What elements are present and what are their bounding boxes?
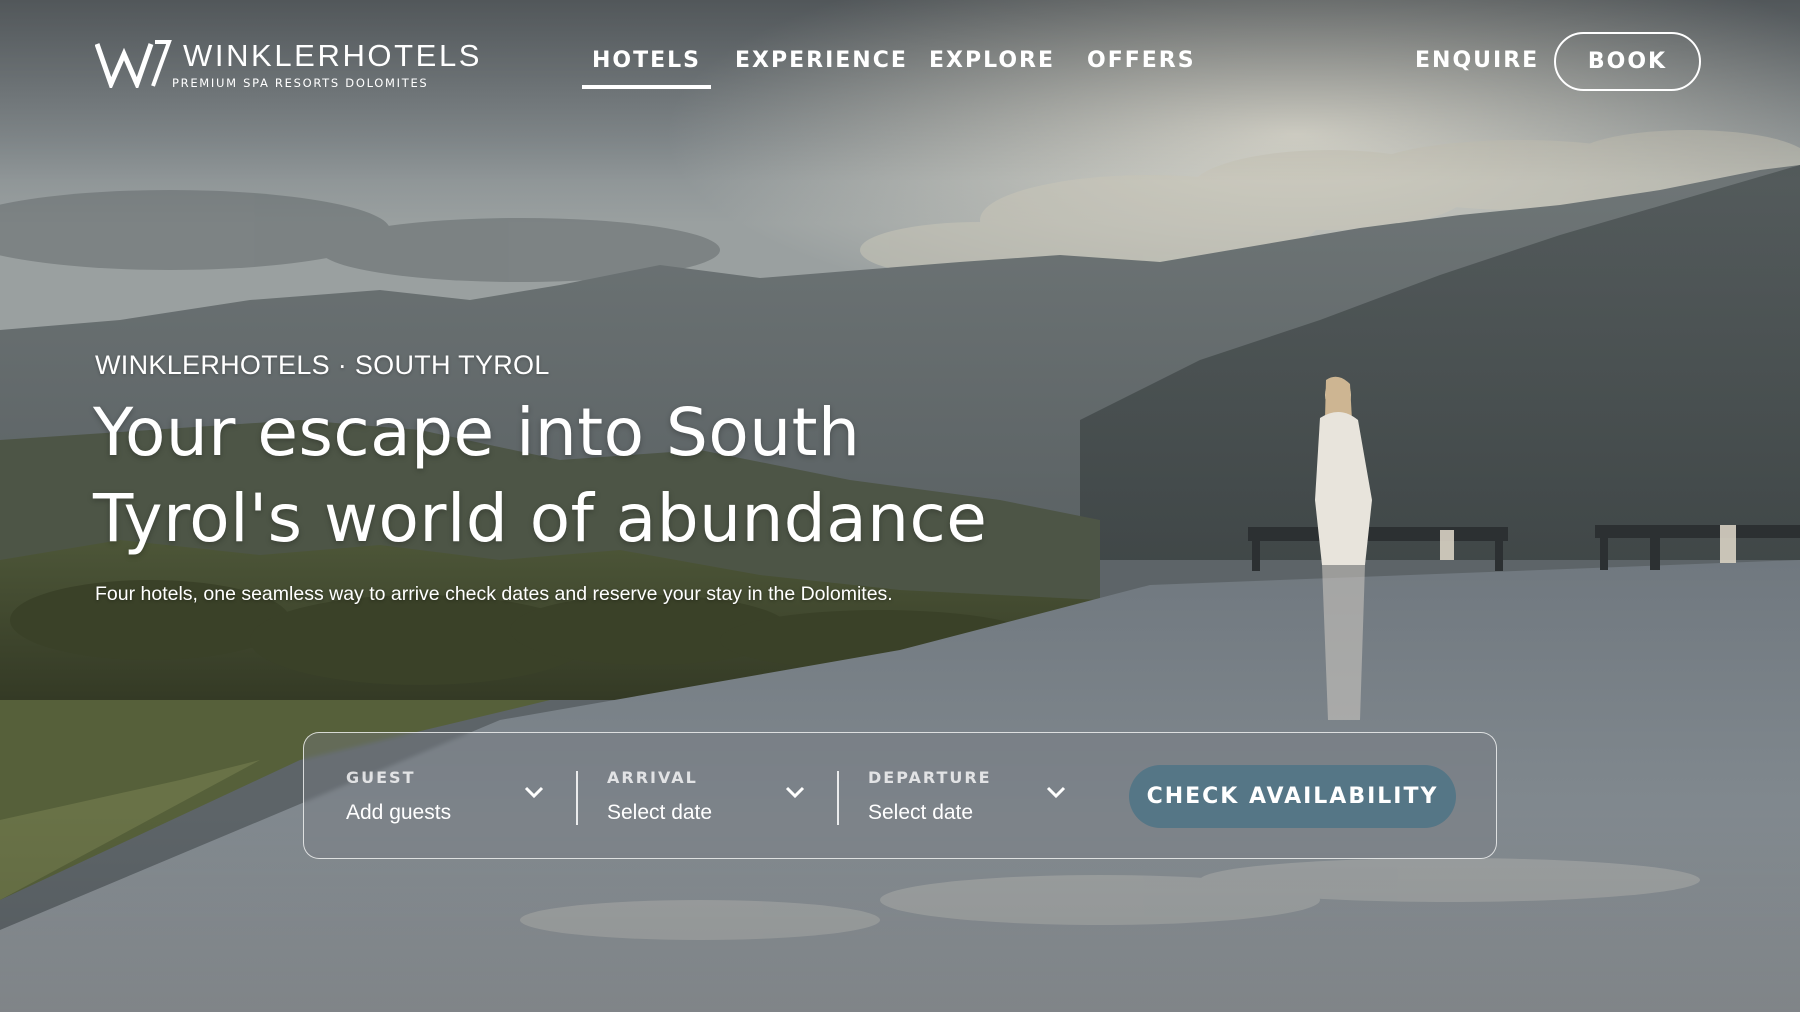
headline-line-1: Your escape into South — [93, 394, 861, 471]
arrival-date-picker[interactable]: ARRIVAL Select date — [607, 733, 807, 857]
chevron-down-icon — [1046, 786, 1066, 799]
nav-item-offers[interactable]: OFFERS — [1087, 48, 1196, 73]
arrival-value: Select date — [607, 801, 713, 824]
guest-value: Add guests — [346, 801, 452, 824]
brand-name: WINKLERHOTELS — [183, 38, 483, 73]
nav-item-hotels[interactable]: HOTELS — [582, 48, 712, 89]
nav-item-label: EXPLORE — [929, 48, 1056, 73]
enquire-link[interactable]: ENQUIRE — [1415, 48, 1539, 73]
headline-line-2: Tyrol's world of abundance — [93, 480, 988, 557]
departure-label: DEPARTURE — [868, 768, 992, 787]
departure-value: Select date — [868, 801, 974, 824]
book-button[interactable]: BOOK — [1554, 32, 1701, 91]
arrival-label: ARRIVAL — [607, 768, 698, 787]
hero-subline: Four hotels, one seamless way to arrive … — [95, 583, 893, 605]
chevron-down-icon — [785, 786, 805, 799]
field-divider — [576, 771, 578, 825]
guest-select[interactable]: GUEST Add guests — [346, 733, 546, 857]
brand-tagline: PREMIUM SPA RESORTS DOLOMITES — [172, 76, 429, 90]
nav-item-label: EXPERIENCE — [735, 48, 908, 73]
nav-item-label: HOTELS — [592, 48, 702, 73]
guest-label: GUEST — [346, 768, 416, 787]
hero-headline: Your escape into South Tyrol's world of … — [93, 390, 993, 562]
chevron-down-icon — [524, 786, 544, 799]
active-nav-underline — [582, 85, 712, 89]
nav-item-label: OFFERS — [1087, 48, 1196, 73]
departure-date-picker[interactable]: DEPARTURE Select date — [868, 733, 1068, 857]
brand-logo[interactable]: WINKLERHOTELS PREMIUM SPA RESORTS DOLOMI… — [95, 38, 495, 94]
w-logo-icon — [95, 40, 172, 88]
booking-bar: GUEST Add guests ARRIVAL Select date DEP… — [303, 732, 1497, 859]
nav-item-explore[interactable]: EXPLORE — [929, 48, 1055, 73]
hero-eyebrow: WINKLERHOTELS · SOUTH TYROL — [95, 350, 550, 380]
field-divider — [837, 771, 839, 825]
nav-item-experience[interactable]: EXPERIENCE — [735, 48, 908, 73]
check-availability-button[interactable]: CHECK AVAILABILITY — [1129, 765, 1456, 828]
site-header: WINKLERHOTELS PREMIUM SPA RESORTS DOLOMI… — [0, 0, 1800, 130]
